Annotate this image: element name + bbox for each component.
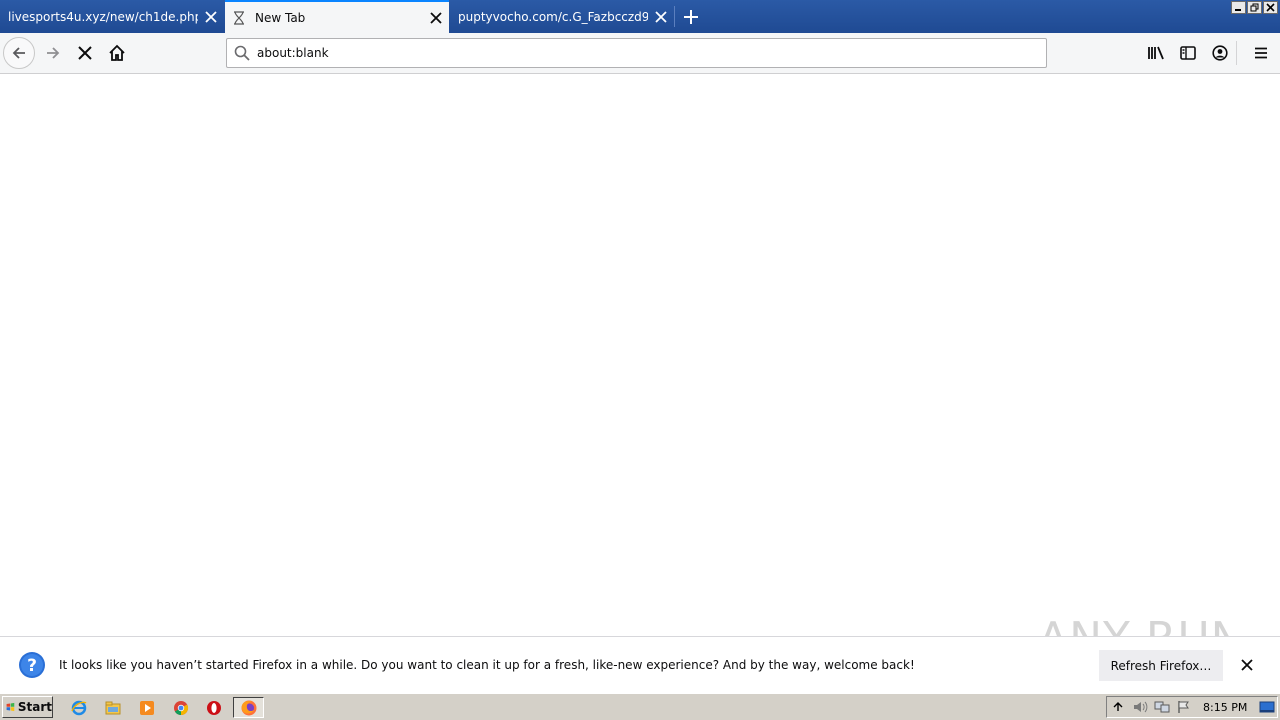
- menu-icon: [1255, 47, 1267, 59]
- close-window-button[interactable]: [1263, 1, 1278, 14]
- opera-icon[interactable]: [203, 697, 225, 718]
- hourglass-icon: [233, 10, 255, 25]
- account-button[interactable]: [1204, 37, 1236, 69]
- toolbar-separator: [1236, 41, 1237, 65]
- taskbar: Start 8:15 PM: [0, 693, 1280, 720]
- url-bar[interactable]: [226, 38, 1047, 68]
- volume-icon[interactable]: [1129, 697, 1151, 717]
- network-icon[interactable]: [1151, 697, 1173, 717]
- page-content: [0, 74, 1280, 636]
- tab-label: New Tab: [255, 10, 306, 25]
- chrome-icon[interactable]: [170, 697, 192, 718]
- home-icon: [109, 44, 125, 61]
- home-button[interactable]: [101, 37, 133, 69]
- new-tab-button[interactable]: [677, 3, 705, 30]
- stop-button[interactable]: [69, 37, 101, 69]
- plus-icon: [684, 9, 698, 24]
- windows-flag-icon: [6, 702, 15, 712]
- search-icon: [227, 39, 257, 67]
- restore-button[interactable]: [1247, 1, 1262, 14]
- tab-label: livesports4u.xyz/new/ch1de.php: [8, 9, 198, 24]
- question-icon: ?: [18, 651, 46, 679]
- back-button[interactable]: [3, 37, 35, 69]
- forward-arrow-icon: [47, 47, 60, 59]
- close-tab-icon[interactable]: [423, 2, 449, 33]
- library-icon: [1148, 46, 1164, 60]
- show-desktop-icon[interactable]: [1257, 697, 1277, 717]
- library-button[interactable]: [1140, 37, 1172, 69]
- tab-puptyvocho[interactable]: puptyvocho.com/c.G_Fazbcczd9-kfag\: [450, 0, 674, 33]
- tab-new-tab[interactable]: New Tab: [225, 0, 449, 33]
- media-player-icon[interactable]: [136, 697, 158, 718]
- firefox-icon[interactable]: [233, 697, 264, 718]
- account-icon: [1212, 45, 1228, 61]
- back-arrow-icon: [12, 47, 25, 59]
- tab-livesports[interactable]: livesports4u.xyz/new/ch1de.php: [0, 0, 224, 33]
- stop-icon: [78, 46, 92, 60]
- forward-button[interactable]: [37, 37, 69, 69]
- close-tab-icon[interactable]: [198, 0, 224, 33]
- refresh-firefox-button[interactable]: Refresh Firefox…: [1099, 650, 1223, 681]
- notification-message: It looks like you haven’t started Firefo…: [59, 658, 915, 672]
- tab-separator: [674, 6, 675, 27]
- tray-expand-icon[interactable]: [1107, 697, 1129, 717]
- notification-bar: ? It looks like you haven’t started Fire…: [0, 636, 1280, 693]
- tab-label: puptyvocho.com/c.G_Fazbcczd9-kfag\: [458, 9, 648, 24]
- close-notification-icon[interactable]: [1237, 655, 1257, 675]
- url-input[interactable]: [257, 46, 1017, 60]
- clock: 8:15 PM: [1203, 700, 1248, 714]
- window-controls: [1231, 1, 1278, 14]
- svg-text:?: ?: [27, 656, 37, 676]
- menu-button[interactable]: [1245, 37, 1277, 69]
- action-center-flag-icon[interactable]: [1173, 697, 1195, 717]
- ie-icon[interactable]: [68, 697, 90, 718]
- minimize-button[interactable]: [1231, 1, 1246, 14]
- close-tab-icon[interactable]: [648, 0, 674, 33]
- start-button[interactable]: Start: [2, 696, 53, 718]
- tab-strip: livesports4u.xyz/new/ch1de.php New Tab p…: [0, 0, 1280, 33]
- navigation-toolbar: [0, 33, 1280, 74]
- sidebar-icon: [1180, 46, 1196, 60]
- explorer-icon[interactable]: [102, 697, 124, 718]
- start-label: Start: [17, 700, 52, 714]
- sidebar-button[interactable]: [1172, 37, 1204, 69]
- system-tray: 8:15 PM: [1106, 696, 1278, 718]
